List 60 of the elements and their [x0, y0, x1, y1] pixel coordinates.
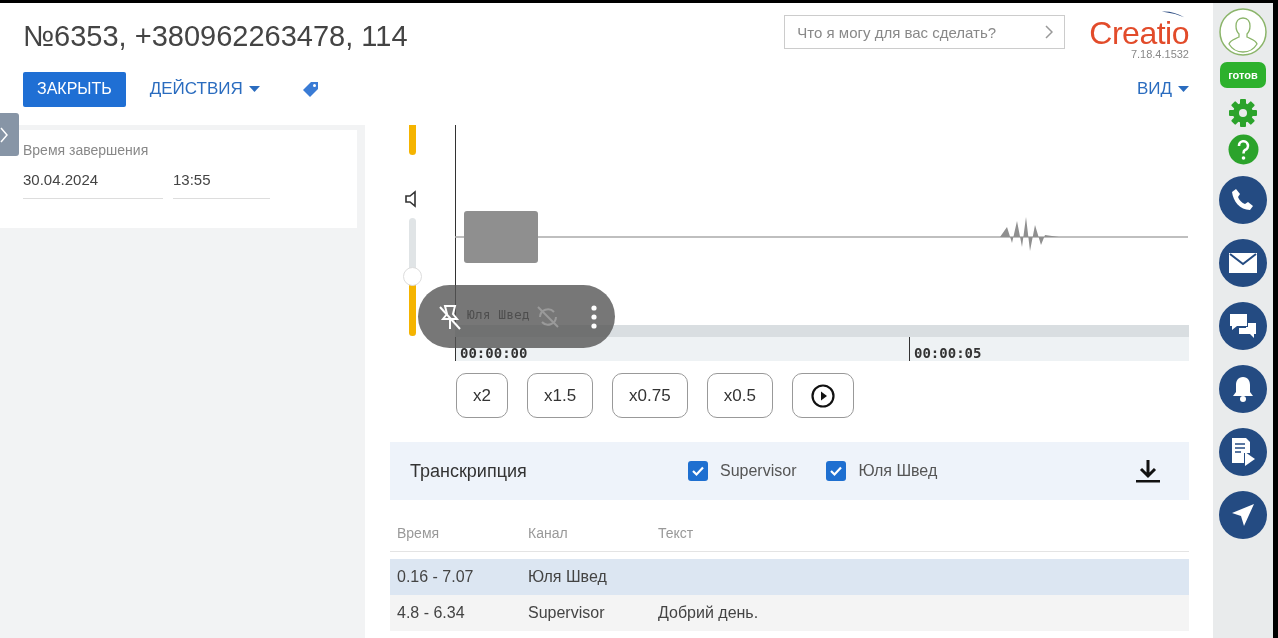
- send-button[interactable]: [1219, 491, 1267, 539]
- caret-icon: [1178, 86, 1189, 92]
- speed-button[interactable]: x0.75: [612, 373, 688, 418]
- notifications-button[interactable]: [1219, 365, 1267, 413]
- transcript-row[interactable]: 4.8 - 6.34 Supervisor Добрий день.: [390, 595, 1189, 631]
- level-bar: [409, 125, 416, 155]
- actions-menu[interactable]: ДЕЙСТВИЯ: [149, 76, 260, 102]
- search-field[interactable]: Что я могу для вас сделать?: [784, 15, 1066, 49]
- check-icon: [691, 464, 705, 478]
- volume-thumb[interactable]: [403, 267, 422, 286]
- chat-button[interactable]: [1219, 302, 1267, 350]
- speed-button[interactable]: x2: [456, 373, 508, 418]
- download-icon[interactable]: [1135, 458, 1161, 484]
- checkbox[interactable]: [826, 461, 847, 481]
- tag-icon[interactable]: [301, 80, 319, 98]
- checkbox[interactable]: [688, 461, 708, 481]
- paper-plane-icon: [1230, 502, 1256, 528]
- channel-label: Юля Швед: [858, 461, 938, 481]
- bell-icon: [1231, 375, 1255, 403]
- table-cell: Юля Швед: [528, 568, 607, 585]
- caret-icon: [248, 86, 260, 92]
- page-title: №6353, +380962263478, 114: [22, 19, 408, 54]
- section-title: Транскрипция: [410, 459, 528, 483]
- envelope-icon: [1229, 253, 1257, 273]
- phone-button[interactable]: [1219, 176, 1267, 224]
- table-cell: Supervisor: [528, 604, 605, 621]
- column-header: Время: [397, 525, 440, 541]
- table-cell: 4.8 - 6.34: [397, 604, 465, 621]
- pin-off-icon[interactable]: [436, 302, 464, 331]
- email-button[interactable]: [1219, 239, 1267, 287]
- more-icon[interactable]: [591, 304, 597, 329]
- transcript-row[interactable]: 0.16 - 7.07 Юля Швед: [390, 559, 1189, 595]
- check-icon: [829, 464, 844, 478]
- chevron-right-icon: [1045, 25, 1054, 39]
- table-cell: 0.16 - 7.07: [397, 568, 474, 585]
- chevron-right-icon: [0, 126, 8, 143]
- help-icon[interactable]: [1227, 134, 1259, 165]
- time-mark: 00:00:00: [459, 345, 528, 361]
- column-header: Текст: [658, 525, 694, 541]
- play-button[interactable]: [791, 373, 854, 418]
- table-cell: Добрий день.: [658, 604, 759, 621]
- document-button[interactable]: [1219, 428, 1267, 476]
- channel-label: Supervisor: [720, 461, 797, 481]
- expand-tab[interactable]: [0, 113, 19, 156]
- logo: Creatio: [1089, 18, 1189, 48]
- close-button[interactable]: ЗАКРЫТЬ: [23, 71, 126, 107]
- date-field[interactable]: 30.04.2024: [23, 169, 163, 199]
- column-header: Канал: [528, 525, 568, 541]
- view-menu[interactable]: ВИД: [1136, 76, 1189, 102]
- phone-icon: [1230, 187, 1256, 213]
- document-play-icon: [1230, 437, 1256, 467]
- play-icon: [810, 383, 835, 408]
- speed-button[interactable]: x0.5: [706, 373, 773, 418]
- settings-icon[interactable]: [1227, 97, 1259, 129]
- speed-button[interactable]: x1.5: [526, 373, 594, 418]
- version-label: 7.18.4.1532: [1130, 47, 1189, 62]
- time-field[interactable]: 13:55: [173, 169, 270, 199]
- field-label: Время завершения: [23, 141, 150, 160]
- chat-icon: [1229, 313, 1257, 339]
- time-mark: 00:00:05: [913, 345, 982, 361]
